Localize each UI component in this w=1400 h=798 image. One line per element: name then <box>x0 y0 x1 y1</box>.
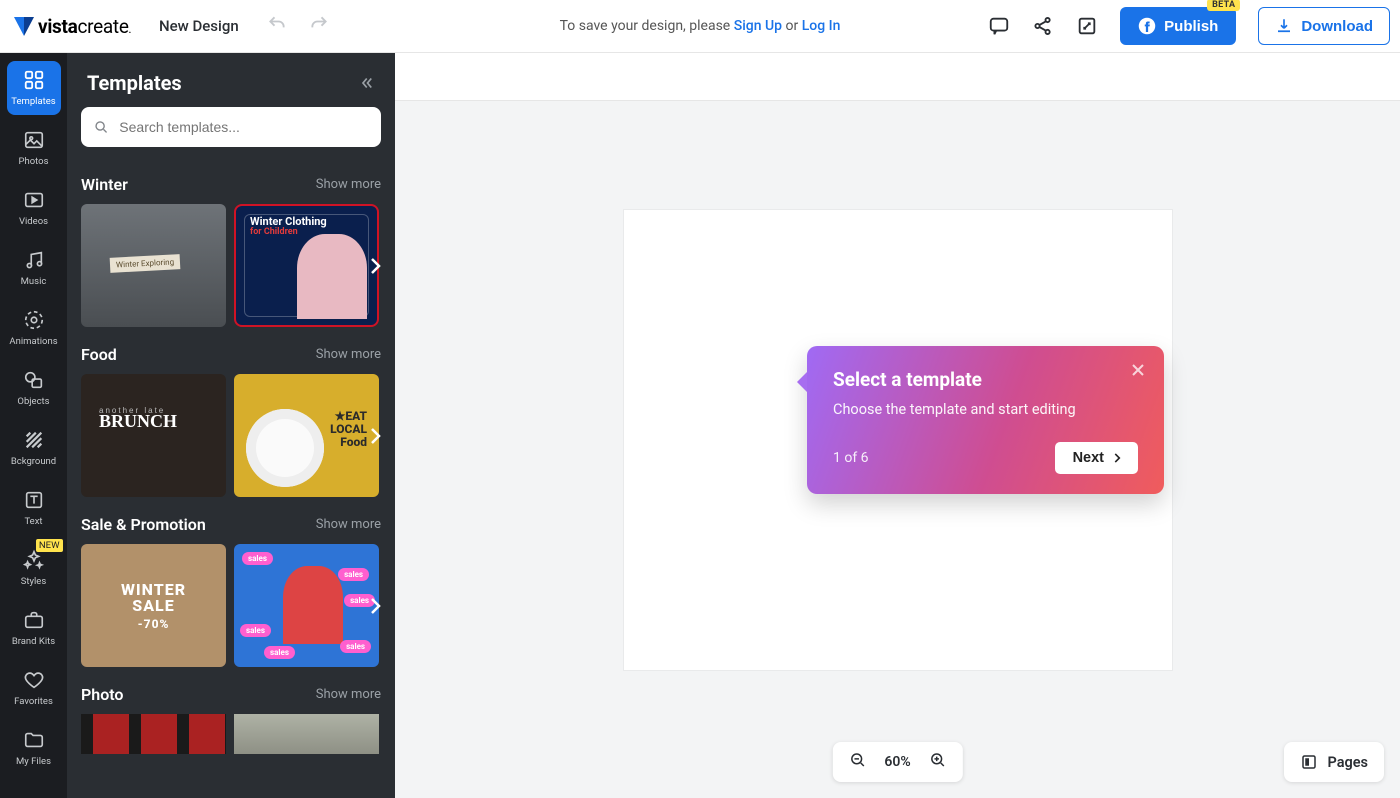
onboarding-tooltip: Select a template Choose the template an… <box>807 346 1164 494</box>
redo-icon[interactable] <box>309 14 329 38</box>
template-thumb[interactable]: ★EAT LOCAL Food <box>234 374 379 497</box>
undo-icon[interactable] <box>267 14 287 38</box>
side-panel: Templates Winter Show more Winter Clothi… <box>67 53 395 798</box>
category-sale: Sale & Promotion Show more WINTERSALE-70… <box>81 515 381 667</box>
left-rail: Templates Photos Videos Music Animations… <box>0 53 67 798</box>
text-icon <box>23 489 45 511</box>
category-title: Food <box>81 345 117 364</box>
collapse-panel-icon[interactable] <box>357 74 375 92</box>
rail-objects[interactable]: Objects <box>7 361 61 415</box>
background-icon <box>23 429 45 451</box>
rail-templates[interactable]: Templates <box>7 61 61 115</box>
videos-icon <box>23 189 45 211</box>
category-food: Food Show more another lateBRUNCH ★EAT L… <box>81 345 381 497</box>
canvas-area: Select a template Choose the template an… <box>395 53 1400 798</box>
rail-photos[interactable]: Photos <box>7 121 61 175</box>
template-thumb[interactable]: WINTERSALE-70% <box>81 544 226 667</box>
tooltip-title: Select a template <box>833 368 1138 391</box>
template-thumb[interactable]: another lateBRUNCH <box>81 374 226 497</box>
show-more-link[interactable]: Show more <box>316 347 381 362</box>
download-button[interactable]: Download <box>1258 7 1390 45</box>
rail-text[interactable]: Text <box>7 481 61 535</box>
templates-icon <box>23 69 45 91</box>
logo-text: vistacreate. <box>38 15 131 38</box>
comment-icon[interactable] <box>988 15 1010 37</box>
rail-brandkits[interactable]: Brand Kits <box>7 601 61 655</box>
heart-icon <box>23 669 45 691</box>
close-icon[interactable] <box>1128 360 1148 380</box>
folder-icon <box>23 729 45 751</box>
top-bar: vistacreate. New Design To save your des… <box>0 0 1400 53</box>
category-title: Photo <box>81 685 123 704</box>
category-winter: Winter Show more Winter Clothingfor Chil… <box>81 175 381 327</box>
share-icon[interactable] <box>1032 15 1054 37</box>
styles-icon <box>23 549 45 571</box>
pages-button[interactable]: Pages <box>1284 742 1384 782</box>
beta-badge: BETA <box>1207 0 1240 11</box>
pages-icon <box>1300 753 1318 771</box>
new-badge: NEW <box>36 539 63 552</box>
show-more-link[interactable]: Show more <box>316 177 381 192</box>
facebook-icon <box>1138 17 1156 35</box>
rail-background[interactable]: Bckground <box>7 421 61 475</box>
chevron-right-icon <box>1110 451 1124 465</box>
template-thumb[interactable]: Winter Clothingfor Children <box>234 204 379 327</box>
template-thumb[interactable] <box>234 714 379 754</box>
music-icon <box>23 249 45 271</box>
rail-favorites[interactable]: Favorites <box>7 661 61 715</box>
login-link[interactable]: Log In <box>802 18 841 34</box>
briefcase-icon <box>23 609 45 631</box>
show-more-link[interactable]: Show more <box>316 687 381 702</box>
objects-icon <box>23 369 45 391</box>
animations-icon <box>23 309 45 331</box>
rail-videos[interactable]: Videos <box>7 181 61 235</box>
rail-styles[interactable]: NEW Styles <box>7 541 61 595</box>
template-thumb[interactable]: sales sales sales sales sales sales <box>234 544 379 667</box>
template-thumb[interactable] <box>81 204 226 327</box>
publish-button[interactable]: Publish <box>1120 7 1236 45</box>
signup-link[interactable]: Sign Up <box>734 18 782 34</box>
zoom-value[interactable]: 60% <box>884 754 910 770</box>
rail-music[interactable]: Music <box>7 241 61 295</box>
tooltip-body: Choose the template and start editing <box>833 401 1138 418</box>
category-title: Winter <box>81 175 128 194</box>
search-input[interactable] <box>119 119 369 135</box>
template-thumb[interactable] <box>81 714 226 754</box>
search-templates[interactable] <box>81 107 381 147</box>
canvas-toolbar <box>395 53 1400 101</box>
logo[interactable]: vistacreate. <box>12 14 131 38</box>
next-button[interactable]: Next <box>1055 442 1138 474</box>
tooltip-step: 1 of 6 <box>833 450 869 466</box>
history-controls <box>267 14 329 38</box>
download-icon <box>1275 17 1293 35</box>
photos-icon <box>23 129 45 151</box>
search-icon <box>93 118 109 136</box>
resize-icon[interactable] <box>1076 15 1098 37</box>
save-prompt: To save your design, please Sign Up or L… <box>560 18 841 34</box>
rail-myfiles[interactable]: My Files <box>7 721 61 775</box>
show-more-link[interactable]: Show more <box>316 517 381 532</box>
zoom-out-icon[interactable] <box>848 751 866 773</box>
zoom-in-icon[interactable] <box>929 751 947 773</box>
panel-title: Templates <box>87 71 182 95</box>
category-photo: Photo Show more <box>81 685 381 754</box>
design-name[interactable]: New Design <box>159 17 239 35</box>
zoom-controls: 60% <box>832 742 962 782</box>
rail-animations[interactable]: Animations <box>7 301 61 355</box>
logo-mark-icon <box>12 14 36 38</box>
category-title: Sale & Promotion <box>81 515 206 534</box>
